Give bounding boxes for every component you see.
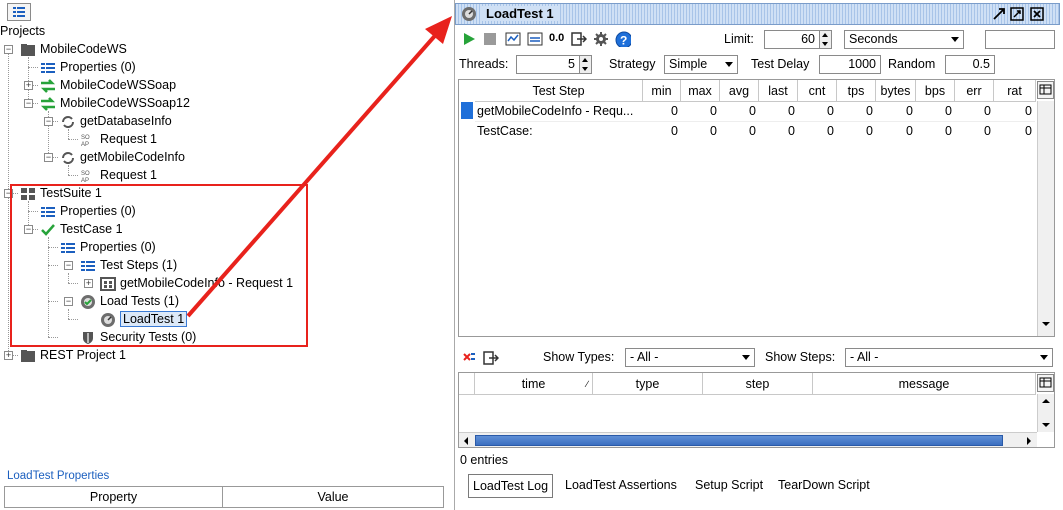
pointer-arrow [186,16,452,318]
